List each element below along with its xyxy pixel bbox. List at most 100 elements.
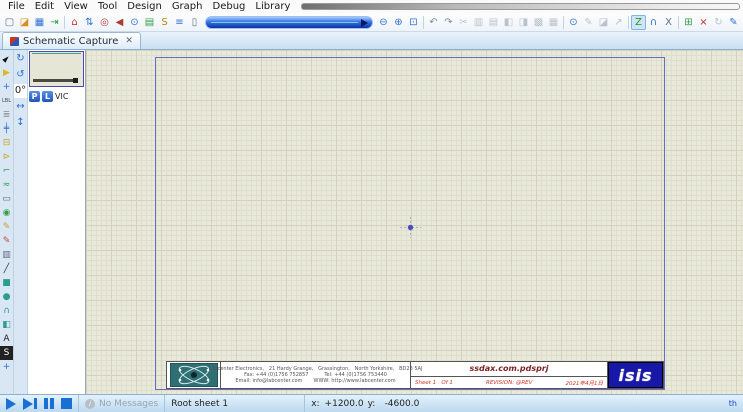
menu-view[interactable]: View [59, 0, 93, 13]
grid-toggle-icon[interactable]: ▤ [142, 15, 157, 30]
message-area[interactable]: i No Messages [78, 395, 164, 412]
2d-text-mode-icon[interactable]: A [0, 332, 13, 346]
open-design-icon[interactable]: ◪ [17, 15, 32, 30]
buses-mode-icon[interactable]: ╪ [0, 122, 13, 136]
tab-schematic-capture[interactable]: Schematic Capture ✕ [2, 32, 141, 49]
mirror-horizontal-icon[interactable]: ↔ [14, 100, 27, 114]
design-rule-icon[interactable]: ↗ [611, 15, 626, 30]
ruler-icon[interactable]: ≡ [172, 15, 187, 30]
stop-simulation-button[interactable] [61, 398, 72, 409]
revision-label: REVISION: @REV [486, 380, 532, 386]
minimap-logo-block [73, 78, 78, 83]
menu-debug[interactable]: Debug [208, 0, 251, 13]
file-toolbar-group: ▢◪▦⇥ [2, 15, 62, 30]
step-icon [23, 398, 33, 410]
edit-toolbar-group: ↶↷✂▥▤◧◨▩▦ [426, 15, 561, 30]
toolbar-separator [64, 16, 65, 29]
schematic-canvas[interactable]: Labcenter Electronics, 21 Hardy Grange, … [86, 50, 743, 394]
step-simulation-button[interactable] [23, 398, 37, 410]
rotate-anticlockwise-icon[interactable]: ↺ [14, 68, 27, 82]
paste-icon[interactable]: ▤ [486, 15, 501, 30]
object-selector-list[interactable] [28, 104, 85, 394]
voltage-probe-mode-icon[interactable]: ✎ [0, 220, 13, 234]
home-icon[interactable]: ⌂ [67, 15, 82, 30]
pause-simulation-button[interactable] [44, 398, 54, 409]
wire-edit-icon[interactable]: ✎ [581, 15, 596, 30]
rotation-angle-display[interactable]: 0° [14, 84, 27, 98]
new-design-icon[interactable]: ▢ [2, 15, 17, 30]
undo-icon[interactable]: ↶ [426, 15, 441, 30]
overview-minimap[interactable] [29, 51, 84, 87]
y-value: -4600.0 [379, 399, 419, 409]
copy-icon[interactable]: ▥ [471, 15, 486, 30]
status-bar: i No Messages Root sheet 1 x: +1200.0 y:… [0, 394, 743, 412]
block-rotate-icon[interactable]: ▩ [531, 15, 546, 30]
units-indicator: th [723, 395, 743, 412]
new-sheet-icon[interactable]: ⊞ [681, 15, 696, 30]
center-at-cursor-icon[interactable]: ◎ [97, 15, 112, 30]
zoom-in-icon[interactable]: ⊕ [391, 15, 406, 30]
menu-graph[interactable]: Graph [167, 0, 208, 13]
x-value: +1200.0 [324, 399, 364, 409]
2d-marker-mode-icon[interactable]: + [0, 360, 13, 374]
junction-dot-mode-icon[interactable]: + [0, 80, 13, 94]
menu-tool[interactable]: Tool [93, 0, 122, 13]
toolbar-separator [678, 16, 679, 29]
info-icon: i [85, 399, 95, 409]
2d-circle-mode-icon[interactable]: ● [0, 290, 13, 304]
zoom-toolbar-group: ⊖⊕⊡ [376, 15, 421, 30]
search-tag-icon[interactable]: ∩ [646, 15, 661, 30]
x-label: x: [311, 399, 319, 409]
tab-close-icon[interactable]: ✕ [125, 36, 133, 46]
zoom-out-icon[interactable]: ⊖ [376, 15, 391, 30]
wire-label-mode-icon[interactable]: LBL [0, 94, 13, 108]
zoom-view-icon[interactable]: ⊙ [127, 15, 142, 30]
menu-edit[interactable]: Edit [30, 0, 59, 13]
pan-left-icon[interactable]: ◀ [112, 15, 127, 30]
2d-line-mode-icon[interactable]: ╱ [0, 262, 13, 276]
menu-design[interactable]: Design [122, 0, 167, 13]
import-section-icon[interactable]: ⇥ [47, 15, 62, 30]
menu-file[interactable]: File [3, 0, 30, 13]
save-design-icon[interactable]: ▦ [32, 15, 47, 30]
virtual-instrument-mode-icon[interactable]: ▥ [0, 248, 13, 262]
exit-to-parent-icon[interactable]: ↻ [711, 15, 726, 30]
menu-library[interactable]: Library [250, 0, 295, 13]
sheet-toolbar-group: ⊞×↻✎ [681, 15, 741, 30]
2d-path-mode-icon[interactable]: ◧ [0, 318, 13, 332]
redraw-display-icon[interactable]: ⇅ [82, 15, 97, 30]
generator-mode-icon[interactable]: ◉ [0, 206, 13, 220]
2d-symbol-mode-icon[interactable]: S [0, 346, 13, 360]
subcircuit-mode-icon[interactable]: ⊟ [0, 136, 13, 150]
block-delete-icon[interactable]: ▦ [546, 15, 561, 30]
graph-mode-icon[interactable]: ≈ [0, 178, 13, 192]
main-area: ►▶+LBL≣╪⊟⊳⌐≈▭◉✎✎▥╱■●∩◧AS+ ↻↺0°↔↕ P L VIC [0, 50, 743, 394]
terminal-mode-icon[interactable]: ⊳ [0, 150, 13, 164]
zoom-area-icon[interactable]: ⊡ [406, 15, 421, 30]
block-move-icon[interactable]: ◨ [516, 15, 531, 30]
device-pin-mode-icon[interactable]: ⌐ [0, 164, 13, 178]
2d-arc-mode-icon[interactable]: ∩ [0, 304, 13, 318]
current-probe-mode-icon[interactable]: ✎ [0, 234, 13, 248]
pick-devices-button[interactable]: P [29, 91, 40, 102]
mirror-vertical-icon[interactable]: ↕ [14, 116, 27, 130]
run-simulation-button[interactable] [6, 398, 16, 410]
remove-sheet-icon[interactable]: × [696, 15, 711, 30]
schematic-capture-icon [10, 37, 19, 46]
step-bar-icon [34, 398, 37, 409]
find-component-icon[interactable]: ⊙ [566, 15, 581, 30]
2d-box-mode-icon[interactable]: ■ [0, 276, 13, 290]
property-tool-icon[interactable]: ◪ [596, 15, 611, 30]
snap-icon[interactable]: S [157, 15, 172, 30]
sheet-template-icon[interactable]: ▯ [187, 15, 202, 30]
redo-icon[interactable]: ↷ [441, 15, 456, 30]
text-script-mode-icon[interactable]: ≣ [0, 108, 13, 122]
wire-autorouter-icon[interactable]: Z [631, 15, 646, 30]
library-manager-button[interactable]: L [42, 91, 53, 102]
stop-icon [61, 398, 72, 409]
edit-design-notes-icon[interactable]: ✎ [726, 15, 741, 30]
block-copy-icon[interactable]: ◧ [501, 15, 516, 30]
property-assignment-icon[interactable]: X [661, 15, 676, 30]
cut-icon[interactable]: ✂ [456, 15, 471, 30]
tape-recorder-mode-icon[interactable]: ▭ [0, 192, 13, 206]
